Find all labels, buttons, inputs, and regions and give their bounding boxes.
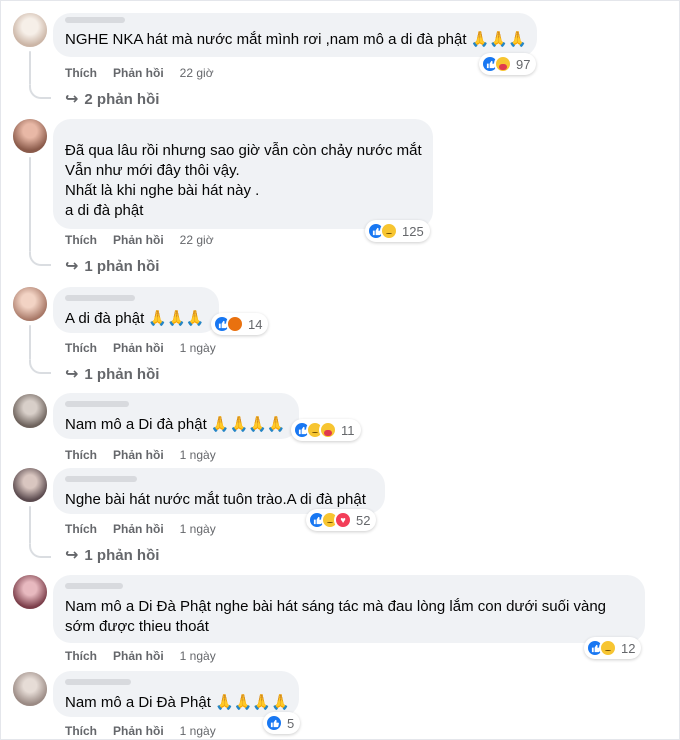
comment-list: NGHE NKA hát mà nước mắt mình rơi ,nam m…: [0, 0, 680, 740]
timestamp[interactable]: 1 ngày: [180, 341, 216, 355]
reaction-count: 12: [621, 640, 636, 656]
reaction-summary[interactable]: 12: [584, 637, 642, 659]
reply-button[interactable]: Phản hồi: [113, 341, 164, 355]
comment-bubble: Nam mô a Di Đà Phật nghe bài hát sáng tá…: [53, 575, 645, 643]
timestamp[interactable]: 1 ngày: [180, 649, 216, 663]
comment-text: a di đà phật: [65, 202, 144, 219]
sad-reaction-icon: [599, 639, 617, 657]
comment-text: Nam mô a Di Đà Phật nghe bài hát sáng tá…: [65, 598, 607, 615]
timestamp[interactable]: 1 ngày: [180, 522, 216, 536]
comment-text: Vẫn như mới đây thôi vậy.: [65, 162, 240, 179]
comment-bubble: NGHE NKA hát mà nước mắt mình rơi ,nam m…: [53, 13, 537, 57]
heart-reaction-icon: ♥: [334, 511, 352, 529]
avatar[interactable]: [13, 13, 47, 47]
comment-text: Đã qua lâu rồi nhưng sao giờ vẫn còn chả…: [65, 142, 422, 159]
reaction-summary[interactable]: 11: [291, 419, 361, 441]
comment-text: A di đà phật 🙏🙏🙏: [65, 310, 205, 327]
comment-actions: Thích Phản hồi 22 giờ: [65, 233, 230, 247]
reply-arrow-icon: ↪: [65, 547, 79, 564]
reply-button[interactable]: Phản hồi: [113, 522, 164, 536]
reaction-count: 5: [287, 715, 295, 731]
comment-text: sớm được thieu thoát: [65, 618, 209, 635]
comment-bubble: Nghe bài hát nước mắt tuôn trào.A di đà …: [53, 468, 385, 514]
comment-text: Nhất là khi nghe bài hát này .: [65, 182, 260, 199]
reply-button[interactable]: Phản hồi: [113, 66, 164, 80]
timestamp[interactable]: 22 giờ: [180, 233, 214, 247]
comment-actions: Thích Phản hồi 1 ngày: [65, 341, 232, 355]
reply-button[interactable]: Phản hồi: [113, 649, 164, 663]
reaction-count: 125: [402, 223, 424, 239]
reply-button[interactable]: Phản hồi: [113, 448, 164, 462]
view-replies-link[interactable]: ↪ 1 phản hồi: [65, 545, 159, 565]
comment-bubble: Đã qua lâu rồi nhưng sao giờ vẫn còn chả…: [53, 119, 433, 229]
like-button[interactable]: Thích: [65, 341, 97, 355]
reply-arrow-icon: ↪: [65, 91, 79, 108]
replies-label: 1 phản hồi: [84, 365, 160, 383]
like-reaction-icon: [265, 714, 283, 732]
reply-arrow-icon: ↪: [65, 258, 79, 275]
comment-text: Nam mô a Di đà phật 🙏🙏🙏🙏: [65, 416, 286, 433]
reaction-summary[interactable]: 125: [365, 220, 430, 242]
comment-text: NGHE NKA hát mà nước mắt mình rơi ,nam m…: [65, 31, 527, 48]
comment-actions: Thích Phản hồi 1 ngày: [65, 649, 232, 663]
sad-reaction-icon: [380, 222, 398, 240]
reaction-summary[interactable]: 14: [211, 313, 269, 335]
comment-bubble: A di đà phật 🙏🙏🙏: [53, 287, 219, 333]
comment-text: Nghe bài hát nước mắt tuôn trào.A di đà …: [65, 491, 366, 508]
replies-label: 2 phản hồi: [84, 90, 160, 108]
timestamp[interactable]: 1 ngày: [180, 724, 216, 738]
care-reaction-icon: [494, 55, 512, 73]
reaction-count: 11: [341, 422, 355, 438]
timestamp[interactable]: 1 ngày: [180, 448, 216, 462]
comment-text: Nam mô a Di Đà Phật 🙏🙏🙏🙏: [65, 694, 290, 711]
reaction-count: 97: [516, 56, 531, 72]
comment-actions: Thích Phản hồi 1 ngày: [65, 522, 232, 536]
reaction-summary[interactable]: ♥ 52: [306, 509, 377, 531]
avatar[interactable]: [13, 575, 47, 609]
like-button[interactable]: Thích: [65, 724, 97, 738]
reply-button[interactable]: Phản hồi: [113, 724, 164, 738]
like-button[interactable]: Thích: [65, 522, 97, 536]
avatar[interactable]: [13, 119, 47, 153]
view-replies-link[interactable]: ↪ 1 phản hồi: [65, 256, 159, 276]
reply-arrow-icon: ↪: [65, 366, 79, 383]
comment-actions: Thích Phản hồi 22 giờ: [65, 66, 230, 80]
comment-actions: Thích Phản hồi 1 ngày: [65, 724, 232, 738]
timestamp[interactable]: 22 giờ: [180, 66, 214, 80]
like-button[interactable]: Thích: [65, 66, 97, 80]
care-reaction-icon: [319, 421, 337, 439]
reaction-count: 14: [248, 316, 263, 332]
avatar[interactable]: [13, 672, 47, 706]
replies-label: 1 phản hồi: [84, 257, 160, 275]
comment-bubble: Nam mô a Di Đà Phật 🙏🙏🙏🙏: [53, 671, 299, 717]
comment-actions: Thích Phản hồi 1 ngày: [65, 448, 232, 462]
reply-button[interactable]: Phản hồi: [113, 233, 164, 247]
like-button[interactable]: Thích: [65, 233, 97, 247]
like-button[interactable]: Thích: [65, 448, 97, 462]
view-replies-link[interactable]: ↪ 2 phản hồi: [65, 89, 159, 109]
avatar[interactable]: [13, 287, 47, 321]
view-replies-link[interactable]: ↪ 1 phản hồi: [65, 364, 159, 384]
reaction-summary[interactable]: 97: [479, 53, 537, 75]
reaction-summary[interactable]: 5: [263, 712, 301, 734]
angry-reaction-icon: [226, 315, 244, 333]
avatar[interactable]: [13, 394, 47, 428]
avatar[interactable]: [13, 468, 47, 502]
replies-label: 1 phản hồi: [84, 546, 160, 564]
like-button[interactable]: Thích: [65, 649, 97, 663]
reaction-count: 52: [356, 512, 371, 528]
comment-bubble: Nam mô a Di đà phật 🙏🙏🙏🙏: [53, 393, 299, 439]
